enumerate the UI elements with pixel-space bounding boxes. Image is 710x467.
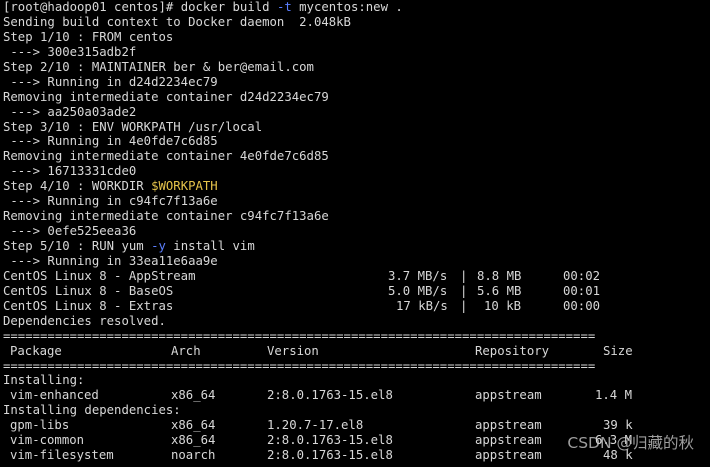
repo-name: CentOS Linux 8 - AppStream (3, 268, 196, 283)
step4-line: Step 4/10 : WORKDIR $WORKPATH (3, 179, 710, 194)
package-name: vim-filesystem (10, 448, 114, 463)
column-separator: | (460, 298, 468, 313)
csdn-watermark: CSDN @归藏的秋 (567, 434, 694, 452)
package-arch: noarch (171, 448, 216, 463)
column-header-arch: Arch (171, 343, 201, 358)
terminal-window[interactable]: [root@hadoop01 centos]# docker build -t … (0, 0, 710, 467)
output-line: ---> Running in 33ea11e6aa9e (3, 253, 218, 268)
package-version: 2:8.0.1763-15.el8 (267, 388, 393, 403)
output-line: ---> Running in c94fc7f13a6e (3, 194, 218, 209)
download-row: CentOS Linux 8 - BaseOS 5.0 MB/s | 5.6 M… (3, 284, 710, 299)
output-line: Removing intermediate container 4e0fde7c… (3, 149, 329, 164)
package-version: 2:8.0.1763-15.el8 (267, 433, 393, 448)
output-line: Step 3/10 : ENV WORKPATH /usr/local (3, 119, 263, 134)
package-version: 1.20.7-17.el8 (267, 418, 364, 433)
output-line: ---> aa250a03ade2 (3, 104, 137, 119)
command-text: docker build (180, 0, 277, 14)
table-row: vim-enhanced x86_64 2:8.0.1763-15.el8 ap… (3, 388, 710, 403)
step5-suffix: install vim (165, 239, 255, 253)
workpath-variable: $WORKPATH (151, 179, 218, 194)
column-header-size: Size (603, 343, 633, 358)
terminal-output: [root@hadoop01 centos]# docker build -t … (3, 0, 710, 463)
output-line: Removing intermediate container c94fc7f1… (3, 209, 329, 224)
output-line: Step 2/10 : MAINTAINER ber & ber@email.c… (3, 59, 314, 74)
package-arch: x86_64 (171, 388, 216, 403)
output-line: Removing intermediate container d24d2234… (3, 89, 329, 104)
output-line: ---> 300e315adb2f (3, 44, 137, 59)
output-line: ---> Running in d24d2234ec79 (3, 74, 218, 89)
output-line: ---> 16713331cde0 (3, 164, 137, 179)
command-line: [root@hadoop01 centos]# docker build -t … (3, 0, 710, 15)
installing-label: Installing: (3, 373, 85, 388)
package-repository: appstream (475, 418, 542, 433)
repo-name: CentOS Linux 8 - BaseOS (3, 283, 174, 298)
shell-prompt: [root@hadoop01 centos]# (3, 0, 181, 14)
package-name: gpm-libs (10, 418, 70, 433)
download-speed: 17 kB/s (396, 298, 448, 313)
command-flag: -t (276, 0, 292, 14)
output-line: ---> Running in 4e0fde7c6d85 (3, 134, 218, 149)
dependencies-label: Installing dependencies: (3, 403, 181, 418)
download-time: 00:02 (563, 268, 601, 283)
step5-prefix: Step 5/10 : RUN yum (3, 239, 152, 253)
download-size: 10 kB (484, 298, 522, 313)
package-name: vim-enhanced (10, 388, 99, 403)
download-row: CentOS Linux 8 - Extras 17 kB/s | 10 kB … (3, 299, 710, 314)
package-version: 2:8.0.1763-15.el8 (267, 448, 393, 463)
table-row: gpm-libs x86_64 1.20.7-17.el8 appstream … (3, 418, 710, 433)
package-repository: appstream (475, 433, 542, 448)
repo-name: CentOS Linux 8 - Extras (3, 298, 174, 313)
column-separator: | (460, 268, 468, 283)
package-arch: x86_64 (171, 418, 216, 433)
output-line: Sending build context to Docker daemon 2… (3, 14, 351, 29)
download-size: 8.8 MB (477, 268, 522, 283)
yum-flag: -y (151, 239, 166, 253)
table-rule-bottom: ========================================… (3, 358, 596, 373)
step4-prefix: Step 4/10 : WORKDIR (3, 179, 152, 194)
package-size: 1.4 M (595, 388, 633, 403)
download-speed: 3.7 MB/s (388, 268, 448, 283)
column-header-package: Package (10, 343, 62, 358)
download-row: CentOS Linux 8 - AppStream 3.7 MB/s | 8.… (3, 269, 710, 284)
download-speed: 5.0 MB/s (388, 283, 448, 298)
download-time: 00:00 (563, 298, 601, 313)
output-line: Step 1/10 : FROM centos (3, 29, 174, 44)
package-size: 39 k (603, 418, 633, 433)
dependencies-resolved-text: Dependencies resolved. (3, 313, 166, 328)
package-repository: appstream (475, 388, 542, 403)
table-rule-top: ========================================… (3, 328, 596, 343)
step5-line: Step 5/10 : RUN yum -y install vim (3, 239, 710, 254)
package-arch: x86_64 (171, 433, 216, 448)
command-args: mycentos:new . (291, 0, 403, 14)
package-repository: appstream (475, 448, 542, 463)
download-size: 5.6 MB (477, 283, 522, 298)
column-separator: | (460, 283, 468, 298)
download-time: 00:01 (563, 283, 601, 298)
package-name: vim-common (10, 433, 85, 448)
output-line: ---> 0efe525eea36 (3, 224, 137, 239)
table-header-row: Package Arch Version Repository Size (3, 344, 710, 359)
column-header-repository: Repository (475, 343, 550, 358)
column-header-version: Version (267, 343, 319, 358)
